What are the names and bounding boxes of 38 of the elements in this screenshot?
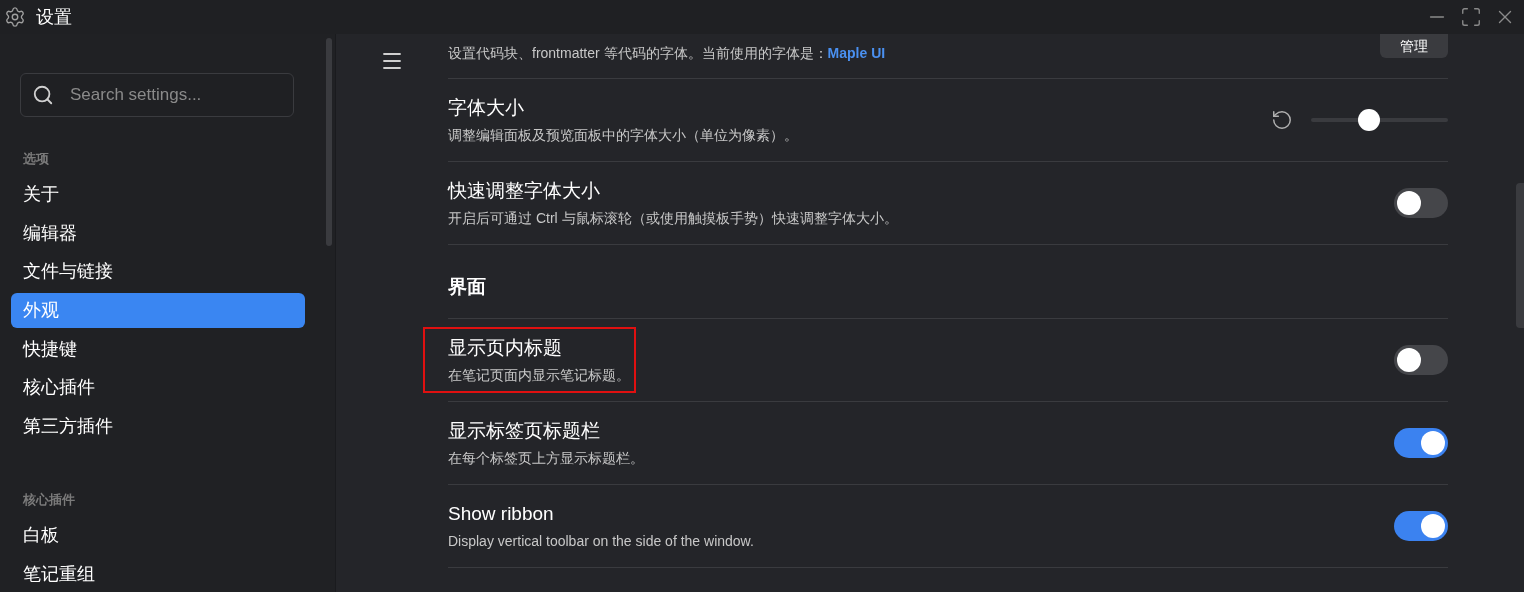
font-link[interactable]: Maple UI [827,45,886,61]
setting-description: Display vertical toolbar on the side of the window. [448,532,754,551]
scrollbar[interactable] [326,38,332,246]
setting-title: 显示标签页标题栏 [448,419,601,443]
toggle-switch[interactable] [1394,511,1448,541]
sidebar-heading: 选项 [23,150,50,168]
section-heading: 界面 [448,274,486,299]
sidebar-item[interactable]: 快捷键 [11,331,305,367]
sidebar-heading: 核心插件 [23,491,76,510]
toggle-switch[interactable] [1394,428,1448,458]
sidebar-item[interactable]: 核心插件 [11,370,305,406]
setting-description: 在笔记页面内显示笔记标题。 [448,366,630,385]
maximize-icon[interactable] [1460,6,1482,28]
sidebar-item[interactable]: 编辑器 [11,215,305,251]
manage-button[interactable]: 管理 [1380,34,1448,58]
setting-title: 显示页内标题 [448,336,563,360]
setting-description: 设置代码块、frontmatter 等代码的字体。当前使用的字体是：Maple UI [448,44,886,63]
setting-description: 开启后可通过 Ctrl 与鼠标滚轮（或使用触摸板手势）快速调整字体大小。 [448,209,898,228]
sidebar-item[interactable]: 笔记重组 [11,556,305,592]
setting-title: 字体大小 [448,96,525,120]
font-size-slider[interactable] [1311,109,1448,131]
setting-description: 调整编辑面板及预览面板中的字体大小（单位为像素）。 [448,126,798,145]
sidebar-item[interactable]: 第三方插件 [11,409,305,445]
slider-thumb[interactable] [1357,109,1380,131]
sidebar-item[interactable]: 白板 [11,518,305,554]
sidebar-item[interactable]: 关于 [11,177,305,212]
setting-title: Show ribbon [448,502,555,526]
search-field[interactable]: Search settings... [20,73,294,117]
sidebar-item[interactable]: 外观 [11,293,305,329]
setting-title: 快速调整字体大小 [448,179,601,203]
setting-description: 在每个标签页上方显示标题栏。 [448,449,644,468]
reset-icon[interactable] [1271,109,1293,131]
toggle-switch[interactable] [1394,345,1448,375]
window-title: 设置 [36,5,72,29]
search-icon [32,84,54,106]
toggle-switch[interactable] [1394,188,1448,218]
settings-icon [4,6,26,28]
sidebar-item[interactable]: 文件与链接 [11,254,305,290]
